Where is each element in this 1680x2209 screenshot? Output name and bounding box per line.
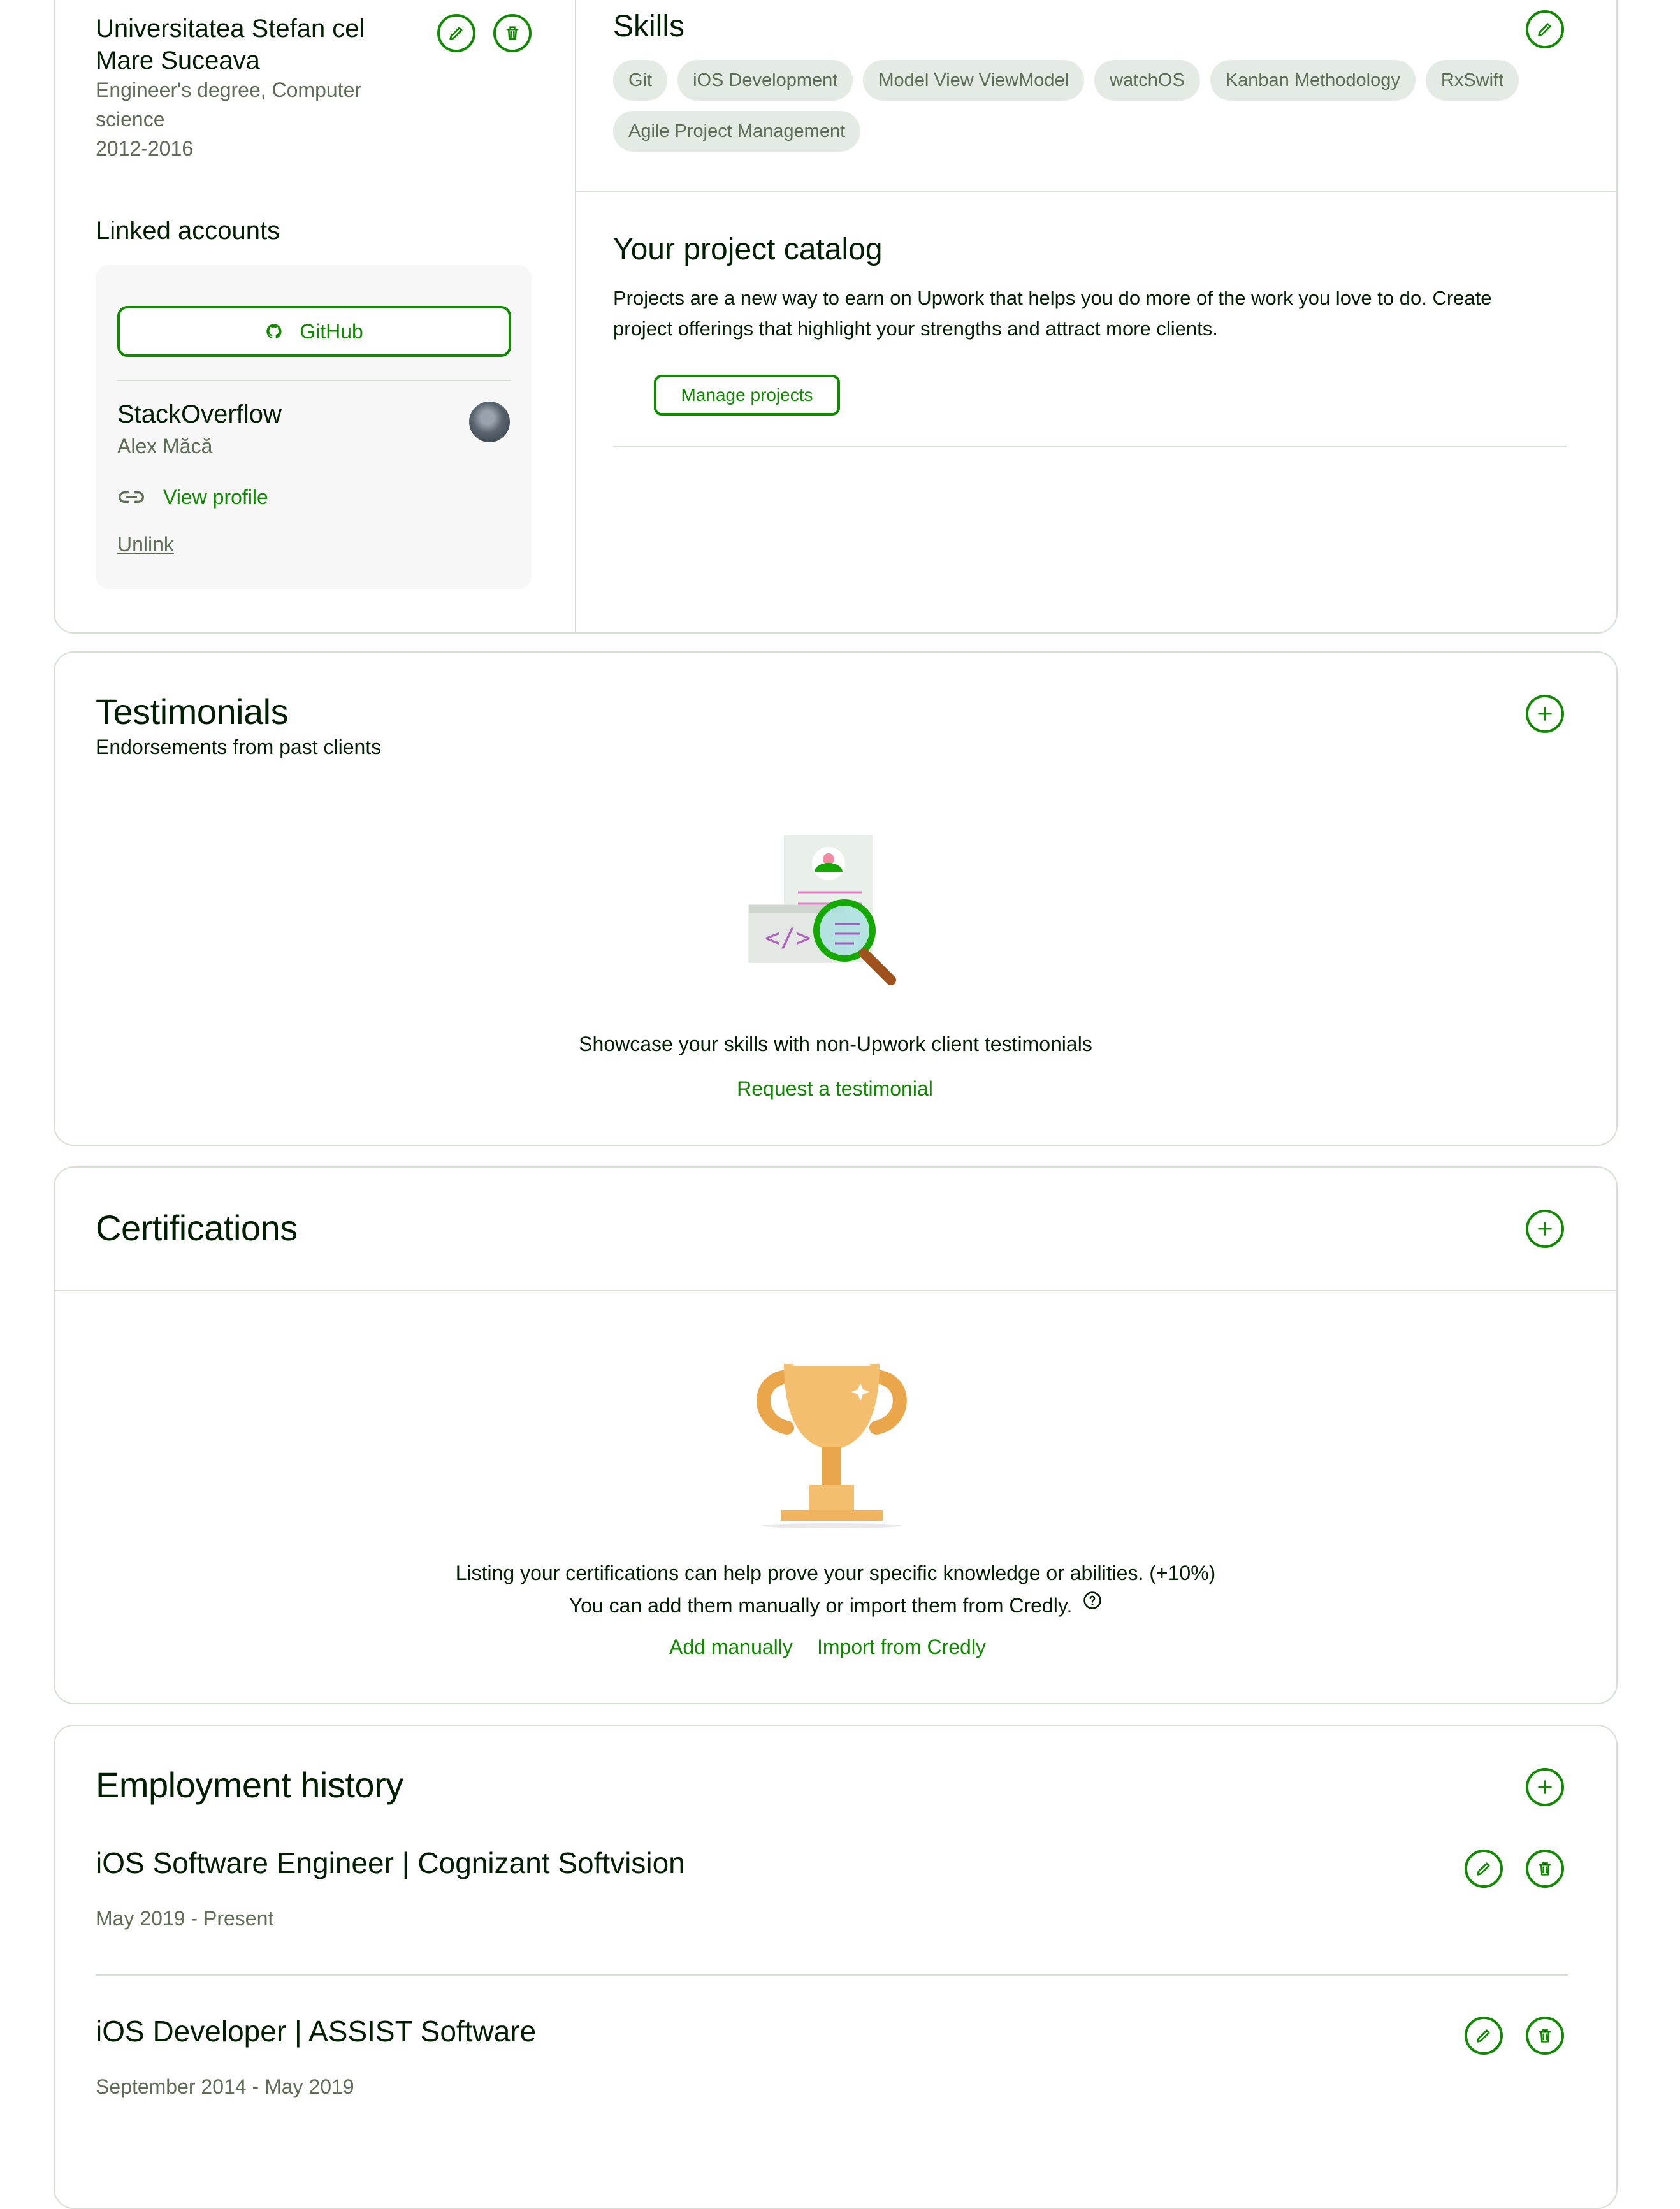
stackoverflow-title: StackOverflow bbox=[117, 400, 282, 428]
add-manually-link[interactable]: Add manually bbox=[669, 1635, 793, 1659]
skill-chip: RxSwift bbox=[1425, 60, 1519, 101]
trash-icon bbox=[506, 26, 519, 40]
certifications-divider bbox=[55, 1290, 1616, 1291]
add-employment-button[interactable] bbox=[1526, 1768, 1564, 1806]
trash-icon bbox=[1539, 2029, 1551, 2043]
import-credly-link[interactable]: Import from Credly bbox=[817, 1635, 986, 1659]
unlink-link[interactable]: Unlink bbox=[117, 533, 174, 556]
link-icon bbox=[119, 491, 144, 503]
education-school: Universitatea Stefan cel Mare Suceava bbox=[96, 15, 365, 75]
view-profile-link[interactable]: View profile bbox=[117, 482, 268, 512]
add-testimonial-button[interactable] bbox=[1526, 695, 1564, 733]
education-years: 2012-2016 bbox=[96, 137, 194, 160]
linked-accounts-divider bbox=[117, 380, 511, 381]
delete-job-button[interactable] bbox=[1526, 1850, 1564, 1888]
plus-icon bbox=[1538, 1780, 1552, 1794]
skill-chip: Agile Project Management bbox=[613, 111, 861, 152]
pencil-icon bbox=[1477, 2029, 1490, 2043]
testimonial-illustration: </> bbox=[748, 835, 896, 985]
skills-list: Git iOS Development Model View ViewModel wa… bbox=[613, 60, 1550, 162]
plus-icon bbox=[1538, 707, 1552, 721]
skills-divider bbox=[576, 191, 1618, 192]
trash-icon bbox=[1539, 1862, 1551, 1876]
certifications-text-line2-row: You can add them manually or import them… bbox=[54, 1591, 1618, 1618]
manage-projects-button[interactable]: Manage projects bbox=[654, 375, 840, 416]
pencil-icon bbox=[449, 27, 463, 40]
job-title: iOS Software Engineer | Cognizant Softvi… bbox=[96, 1846, 685, 1879]
avatar bbox=[469, 402, 510, 442]
svg-text:</>: </> bbox=[765, 923, 811, 953]
job-dates: September 2014 - May 2019 bbox=[96, 2075, 354, 2098]
trophy-illustration bbox=[757, 1362, 907, 1528]
certifications-title: Certifications bbox=[96, 1208, 298, 1248]
add-certification-button[interactable] bbox=[1526, 1210, 1564, 1248]
delete-job-button[interactable] bbox=[1526, 2017, 1564, 2055]
employment-title: Employment history bbox=[96, 1765, 403, 1805]
certifications-text-line1: Listing your certifications can help pro… bbox=[455, 1561, 1216, 1584]
skills-title: Skills bbox=[613, 10, 685, 43]
job-dates: May 2019 - Present bbox=[96, 1907, 274, 1930]
pencil-icon bbox=[1477, 1862, 1490, 1876]
github-label: GitHub bbox=[300, 319, 363, 343]
testimonials-title: Testimonials bbox=[96, 692, 289, 732]
plus-icon bbox=[1538, 1222, 1552, 1236]
github-icon bbox=[266, 324, 282, 339]
stackoverflow-user: Alex Măcă bbox=[117, 435, 213, 458]
linked-accounts-title: Linked accounts bbox=[96, 217, 280, 245]
skill-chip: iOS Development bbox=[677, 60, 853, 101]
testimonials-subtitle: Endorsements from past clients bbox=[96, 735, 382, 758]
project-catalog-title: Your project catalog bbox=[613, 233, 883, 266]
project-catalog-description: Projects are a new way to earn on Upwork… bbox=[613, 287, 1492, 340]
job-title: iOS Developer | ASSIST Software bbox=[96, 2015, 537, 2048]
delete-education-button[interactable] bbox=[493, 14, 532, 52]
help-icon[interactable] bbox=[1083, 1591, 1102, 1610]
edit-education-button[interactable] bbox=[437, 14, 475, 52]
project-catalog-divider bbox=[613, 446, 1567, 447]
skill-chip: Kanban Methodology bbox=[1210, 60, 1416, 101]
education-degree: Engineer's degree, Computer science bbox=[96, 78, 362, 131]
skill-chip: Model View ViewModel bbox=[863, 60, 1085, 101]
testimonials-empty-text: Showcase your skills with non-Upwork cli… bbox=[579, 1032, 1092, 1055]
edit-job-button[interactable] bbox=[1465, 1850, 1503, 1888]
request-testimonial-link[interactable]: Request a testimonial bbox=[701, 1077, 969, 1101]
skill-chip: watchOS bbox=[1094, 60, 1200, 101]
view-profile-label: View profile bbox=[163, 485, 268, 509]
skill-chip: Git bbox=[613, 60, 668, 101]
github-button[interactable]: GitHub bbox=[117, 306, 511, 357]
edit-skills-button[interactable] bbox=[1526, 10, 1564, 48]
job-divider bbox=[96, 1974, 1568, 1976]
column-divider bbox=[575, 0, 576, 632]
pencil-icon bbox=[1538, 23, 1551, 36]
manage-projects-label: Manage projects bbox=[681, 385, 813, 405]
certifications-text-line2: You can add them manually or import them… bbox=[568, 1594, 1073, 1617]
edit-job-button[interactable] bbox=[1465, 2017, 1503, 2055]
